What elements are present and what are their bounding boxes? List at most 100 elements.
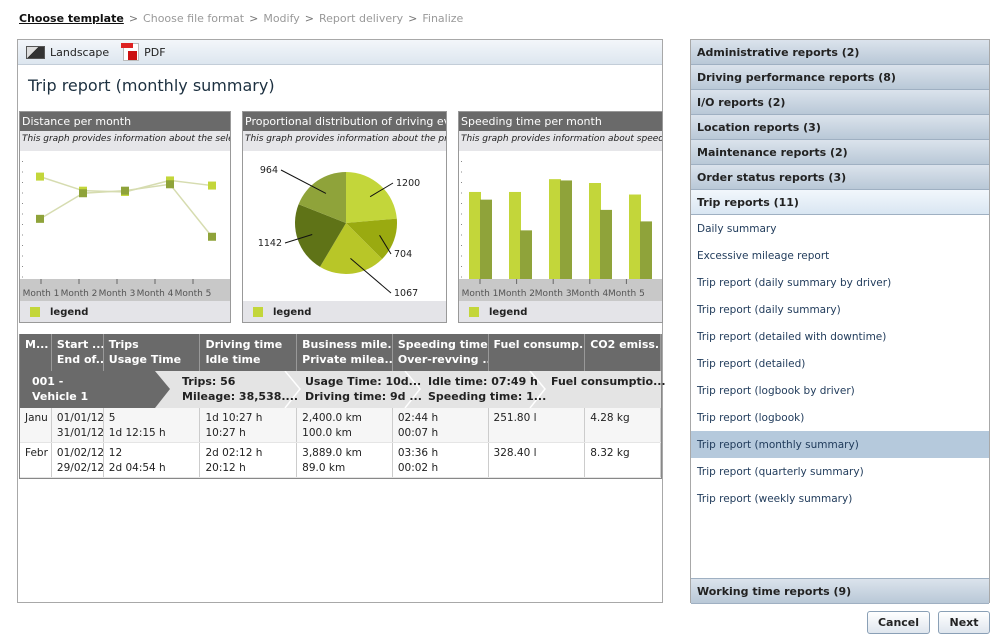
y-tick [461,255,462,257]
list-item[interactable]: Trip report (detailed with downtime) [691,323,989,350]
table-cell: Janu [20,408,52,442]
column-header[interactable]: Speeding time Over-revving ... [392,334,489,371]
y-tick [461,161,462,162]
step-report-delivery: Report delivery [319,12,404,25]
table-row[interactable]: Febr 01/02/12 29/02/12 12 2d 04:54 h 2d 02:12… [20,443,661,478]
step-choose-file-format: Choose file format [143,12,245,25]
data-point [121,186,129,195]
category-working-time-reports[interactable]: Working time reports (9) [691,579,989,604]
chart-legend: legend [459,301,662,322]
data-point [208,181,216,190]
column-header[interactable]: Start ... End of... [51,334,104,371]
chart-title: Speeding time per month [459,112,662,131]
cancel-button[interactable]: Cancel [867,611,930,634]
step-choose-template[interactable]: Choose template [19,12,124,25]
list-item[interactable]: Trip report (logbook) [691,404,989,431]
pie-label: 1067 [394,288,418,299]
chart-driving-events: Proportional distribution of driving eve… [242,111,447,323]
bar [589,183,601,279]
x-tick-label: Month 5 [608,289,645,299]
list-item[interactable]: Trip report (detailed) [691,350,989,377]
column-header[interactable]: Driving time Idle time [200,334,298,371]
x-tick-label: Month 3 [535,289,572,299]
bar [560,180,572,279]
pdf-icon [121,43,140,61]
y-tick [461,213,462,215]
category-header[interactable]: Maintenance reports (2) [691,140,989,165]
y-tick [461,192,462,194]
pie-label: 704 [394,249,412,260]
list-item[interactable]: Excessive mileage report [691,242,989,269]
list-item[interactable]: Trip report (monthly summary) [691,431,989,458]
pdf-button[interactable]: PDF [121,43,166,61]
chart-title: Distance per month [20,112,230,131]
line-chart: Month 1 Month 2 Month 3 Month 4 Month 5 [20,161,230,301]
pie-label: 1142 [258,238,282,249]
category-header[interactable]: Order status reports (3) [691,165,989,190]
template-list-panel: Administrative reports (2) Driving perfor… [690,39,990,604]
bar [469,191,481,279]
list-item[interactable]: Trip report (daily summary by driver) [691,269,989,296]
y-tick [22,266,23,267]
pie-chart: 1200 704 1067 1142 964 [258,165,420,299]
x-tick-label: Month 2 [61,289,98,299]
table-header: M... Start ... End of... Trips Usage Time Dri… [20,334,661,371]
table-row[interactable]: Janu 01/01/12 31/01/12 5 1d 12:15 h 1d 10:27 … [20,408,661,443]
landscape-button[interactable]: Landscape [26,45,109,59]
step-finalize: Finalize [422,12,464,25]
y-tick [461,224,462,225]
next-button[interactable]: Next [938,611,990,634]
breadcrumb: Choose template > Choose file format > Modif… [19,12,464,25]
table-cell: 02:44 h 00:07 h [393,408,489,442]
column-header[interactable]: Fuel consump... [488,334,586,371]
y-tick [22,255,23,257]
table-cell: 01/01/12 31/01/12 [52,408,104,442]
summary-table: M... Start ... End of... Trips Usage Time Dri… [19,334,666,479]
data-point [36,172,44,181]
bar [600,209,612,279]
chart-speeding-time: Speeding time per month This graph provi… [458,111,663,323]
category-header[interactable]: Location reports (3) [691,115,989,140]
chart-legend: legend [243,301,446,322]
y-tick [22,192,23,194]
column-header[interactable]: M... [20,334,52,371]
column-header[interactable]: Business mile... Private milea... [297,334,393,371]
table-cell: 8.32 kg [585,443,661,477]
data-point [79,189,87,198]
chart-subtitle: This graph provides information about th… [20,131,230,151]
y-tick [461,276,462,278]
x-tick-label: Month 1 [23,289,60,299]
vehicle-group-row[interactable]: 001 - Vehicle 1 Trips: 56 Mileage: 38,538.… [20,371,666,408]
list-item[interactable]: Trip report (weekly summary) [691,485,989,512]
list-item[interactable]: Trip report (quarterly summary) [691,458,989,485]
y-tick [22,182,23,183]
x-tick-label: Month 5 [175,289,212,299]
y-tick [22,234,23,236]
table-cell: 251.80 l [489,408,586,442]
y-tick [22,213,23,215]
category-header[interactable]: Administrative reports (2) [691,40,989,65]
list-item[interactable]: Trip report (logbook by driver) [691,377,989,404]
x-tick-label: Month 4 [571,289,608,299]
y-tick [461,234,462,236]
y-tick [22,171,23,173]
column-header[interactable]: CO2 emiss... [585,334,661,371]
pie-label: 1200 [396,178,420,189]
list-item[interactable]: Daily summary [691,215,989,242]
data-point [208,232,216,241]
y-tick [461,203,462,204]
column-header[interactable]: Trips Usage Time [103,334,201,371]
category-header[interactable]: Driving performance reports (8) [691,65,989,90]
x-tick-label: Month 1 [462,289,499,299]
bar [509,191,521,279]
chart-legend: legend [20,301,230,322]
table-cell: 03:36 h 00:02 h [393,443,489,477]
category-header[interactable]: Trip reports (11) [691,190,989,215]
y-tick [22,203,23,204]
y-tick [22,276,23,278]
category-header[interactable]: I/O reports (2) [691,90,989,115]
bar [480,199,492,279]
table-cell: 5 1d 12:15 h [104,408,201,442]
list-item[interactable]: Trip report (daily summary) [691,296,989,323]
y-tick [461,171,462,173]
